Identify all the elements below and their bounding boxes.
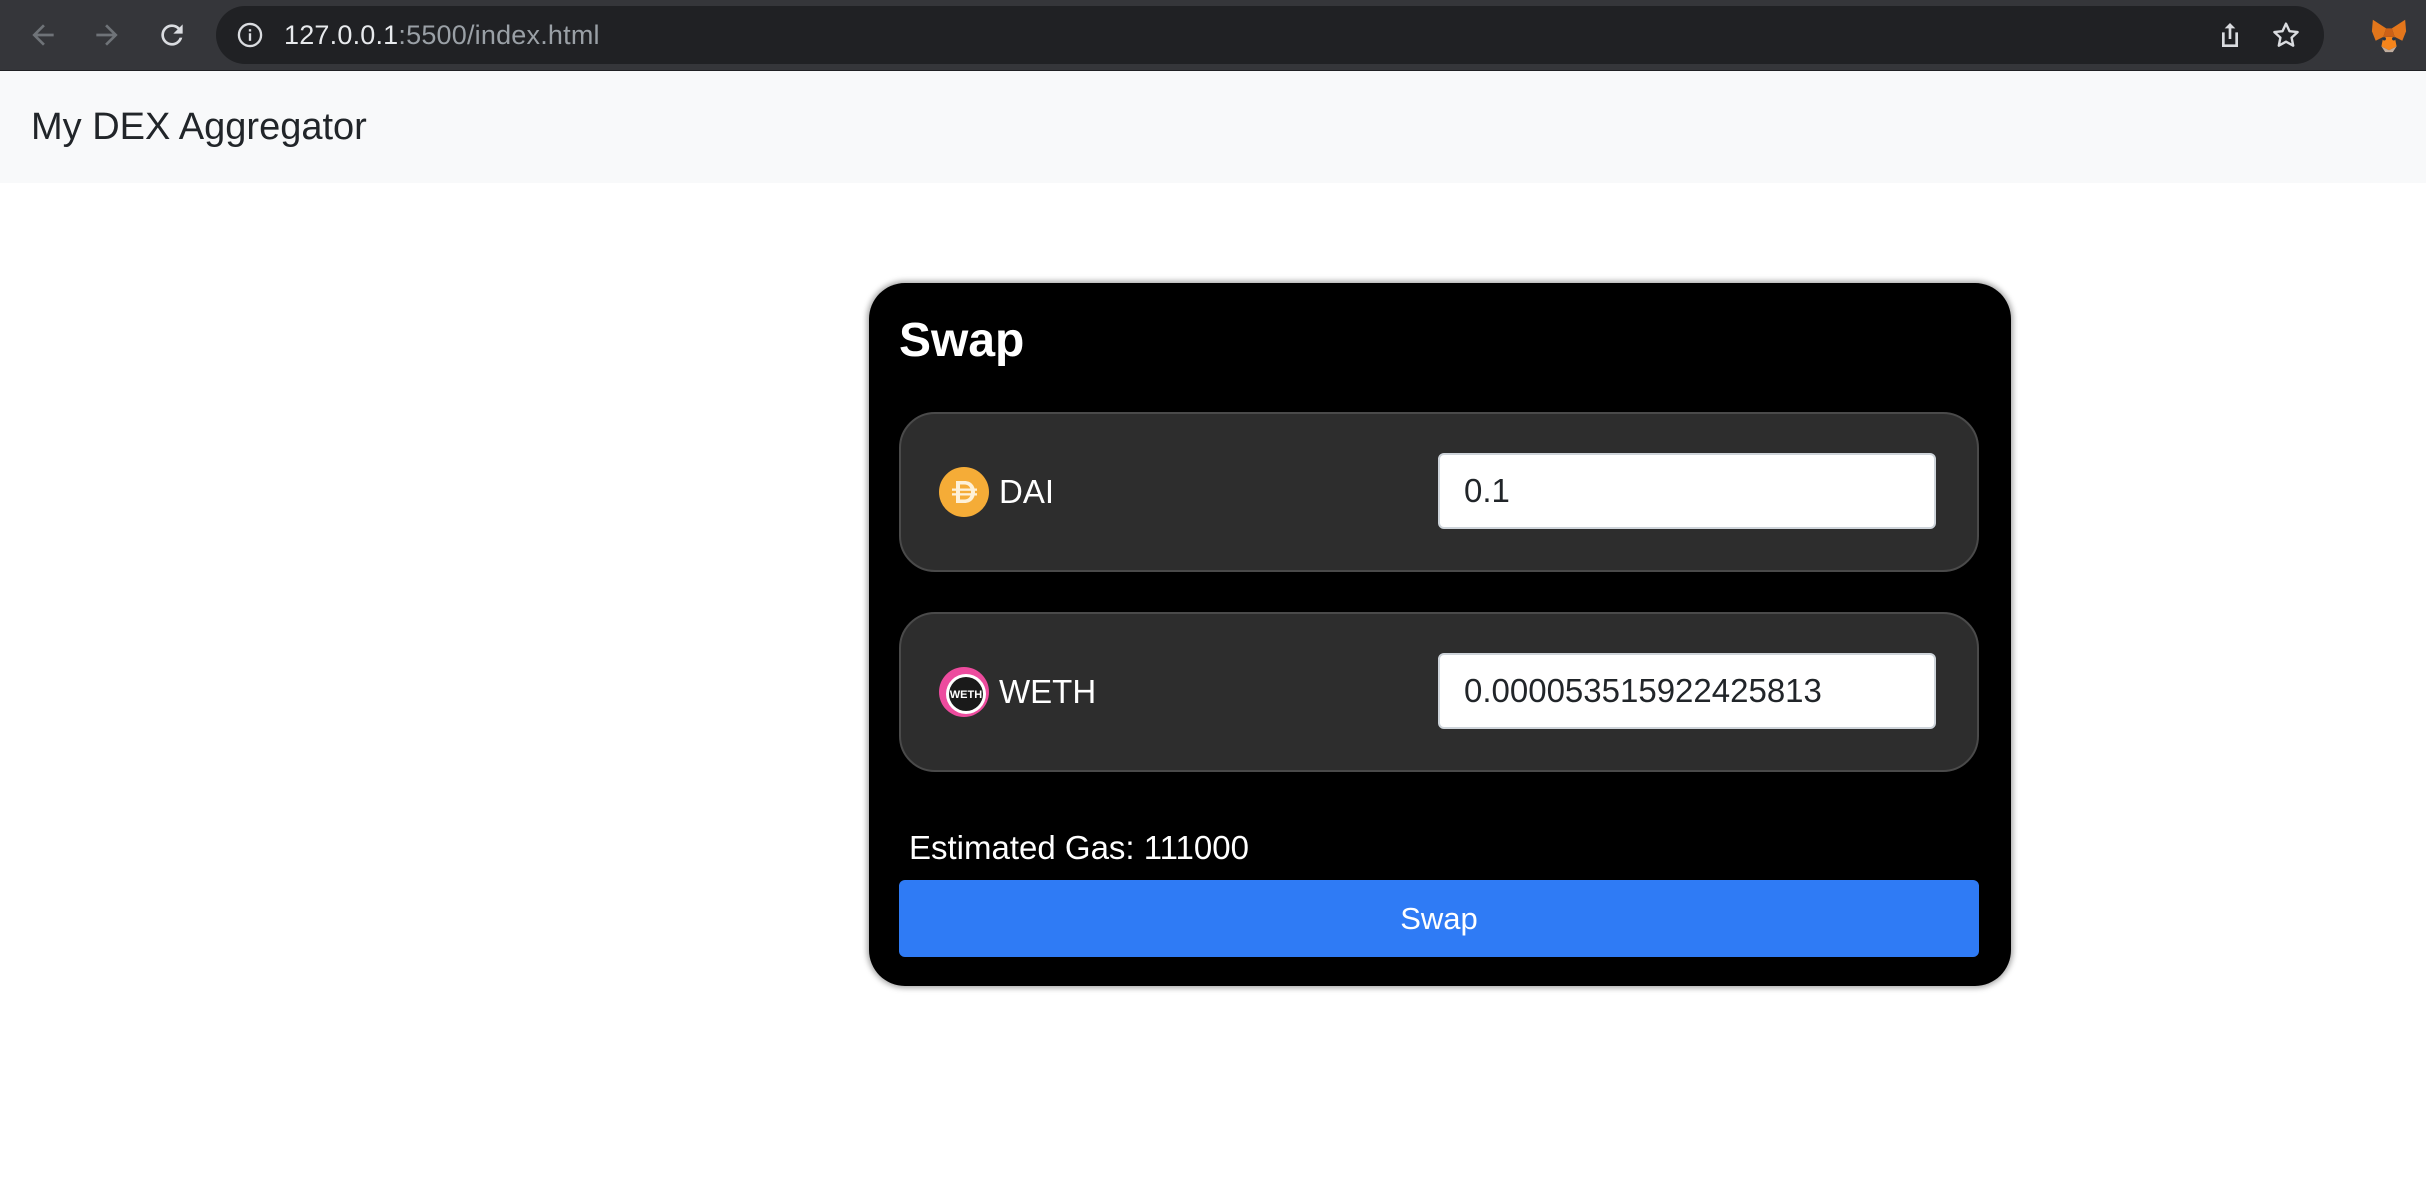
estimated-gas-label: Estimated Gas: 111000 xyxy=(909,829,1249,866)
back-arrow-icon xyxy=(32,24,54,46)
star-icon[interactable] xyxy=(2270,19,2302,51)
reload-icon xyxy=(161,24,183,46)
swap-title: Swap xyxy=(899,314,1025,367)
swap-button[interactable]: Swap xyxy=(899,880,1979,957)
browser-toolbar: 127.0.0.1:5500/index.html xyxy=(0,0,2426,71)
to-token-symbol[interactable]: WETH xyxy=(999,614,1096,770)
share-icon[interactable] xyxy=(2214,19,2246,51)
forward-arrow-icon xyxy=(96,24,118,46)
url-host: 127.0.0.1 xyxy=(284,20,399,50)
weth-icon-text: WETH xyxy=(950,689,982,701)
from-amount-input[interactable] xyxy=(1438,453,1936,529)
from-token-panel: DAI xyxy=(899,412,1979,572)
dai-token-icon xyxy=(939,467,989,517)
info-icon[interactable] xyxy=(236,21,264,49)
weth-token-icon: WETH xyxy=(939,667,989,717)
brand-title[interactable]: My DEX Aggregator xyxy=(31,71,367,183)
address-bar[interactable]: 127.0.0.1:5500/index.html xyxy=(216,6,2324,64)
from-token-symbol[interactable]: DAI xyxy=(999,414,1054,570)
metamask-fox-icon[interactable] xyxy=(2370,16,2408,54)
url-text[interactable]: 127.0.0.1:5500/index.html xyxy=(284,6,600,64)
to-amount-input[interactable] xyxy=(1438,653,1936,729)
swap-card: Swap DAI WETH WETH Estimated Gas: 111000… xyxy=(869,283,2011,986)
navbar: My DEX Aggregator xyxy=(0,71,2426,183)
url-path: :5500/index.html xyxy=(398,20,600,50)
reload-button[interactable] xyxy=(151,14,193,56)
back-button[interactable] xyxy=(22,14,64,56)
forward-button[interactable] xyxy=(86,14,128,56)
to-token-panel: WETH WETH xyxy=(899,612,1979,772)
